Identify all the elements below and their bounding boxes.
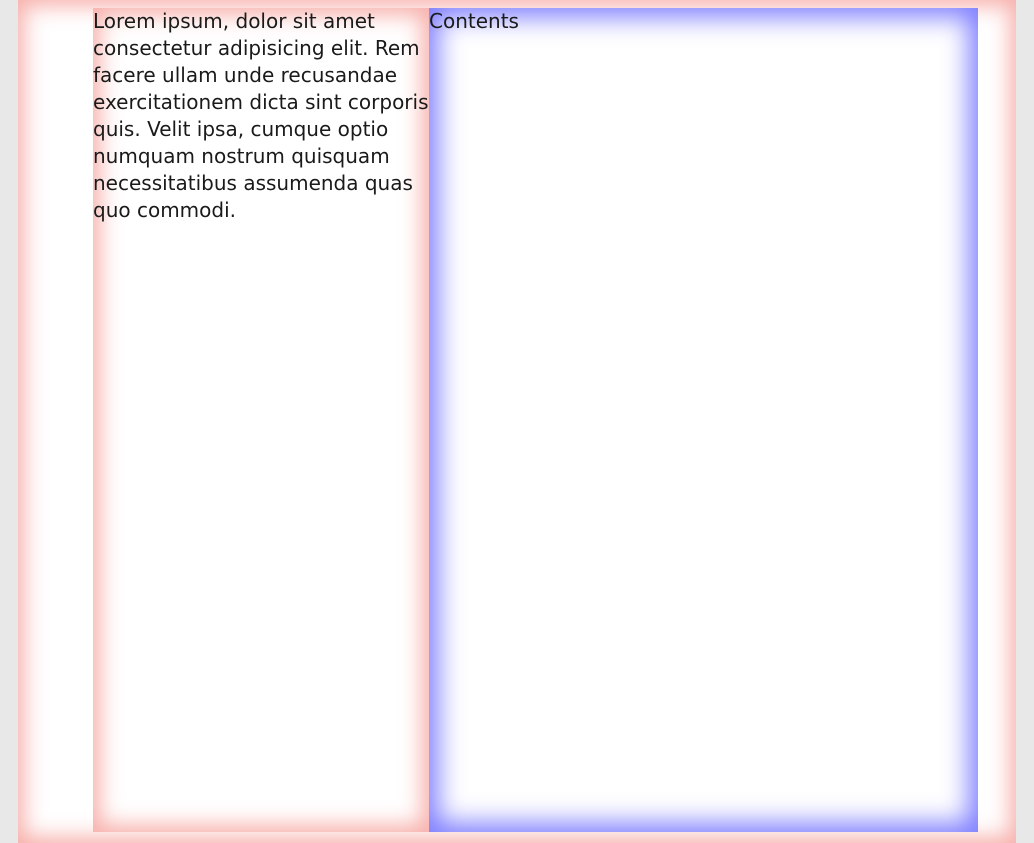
browser-viewport: Lorem ipsum, dolor sit amet consectetur … xyxy=(0,0,1034,843)
sidebar: Lorem ipsum, dolor sit amet consectetur … xyxy=(93,8,429,832)
layout-container: Lorem ipsum, dolor sit amet consectetur … xyxy=(93,8,978,832)
main-content: Contents xyxy=(429,8,978,832)
page-body: Lorem ipsum, dolor sit amet consectetur … xyxy=(18,0,1016,843)
sidebar-text: Lorem ipsum, dolor sit amet consectetur … xyxy=(93,9,429,222)
contents-title: Contents xyxy=(429,9,519,33)
